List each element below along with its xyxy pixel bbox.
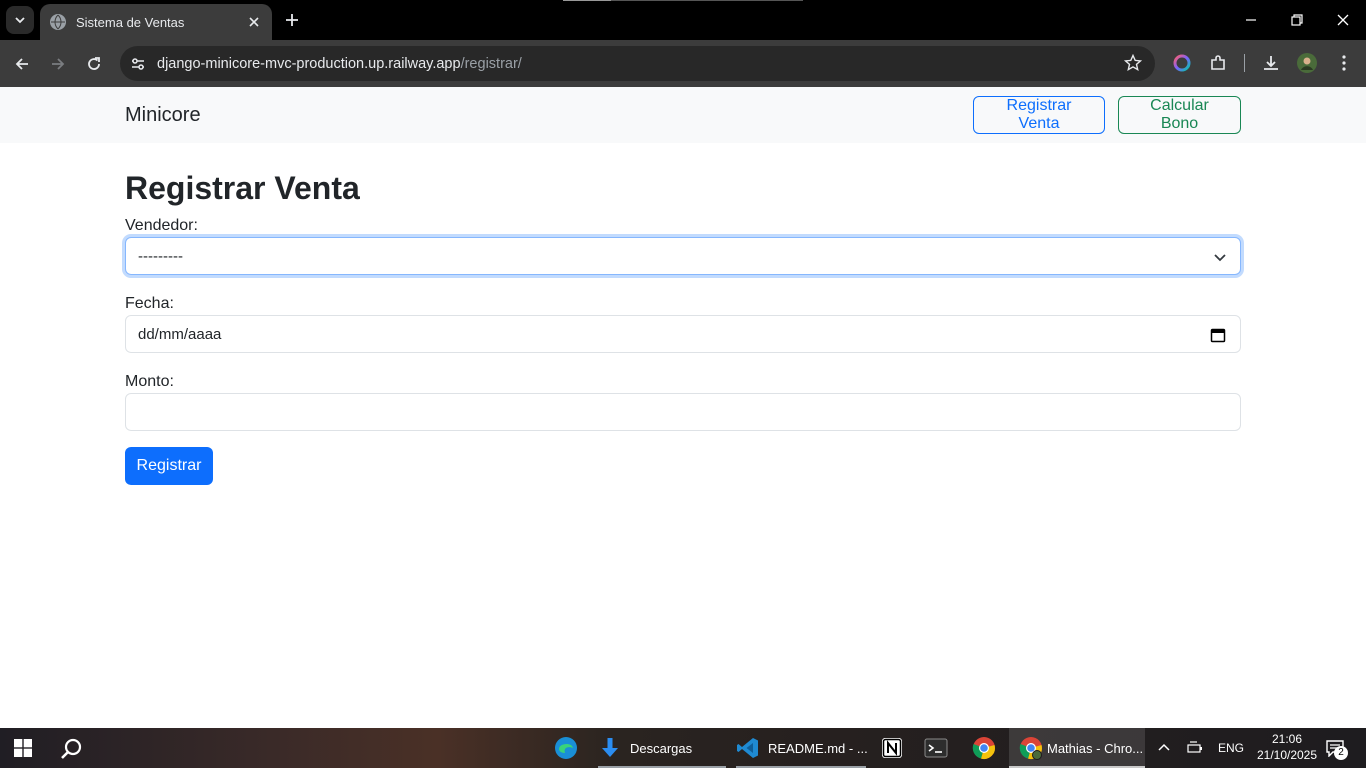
registrar-venta-nav-button[interactable]: Registrar Venta: [973, 96, 1105, 134]
restore-icon: [1291, 14, 1303, 26]
reload-icon: [88, 57, 100, 70]
tab-search-button[interactable]: [6, 6, 34, 34]
site-navbar: Minicore Registrar Venta Calcular Bono: [0, 87, 1366, 143]
reload-button[interactable]: [80, 50, 108, 78]
vendedor-label: Vendedor:: [125, 217, 198, 234]
browser-title-bar: Sistema de Ventas: [0, 0, 1366, 40]
fecha-date-input[interactable]: dd/mm/aaaa: [125, 315, 1241, 353]
close-icon: [1337, 14, 1349, 26]
browser-toolbar: django-minicore-mvc-production.up.railwa…: [0, 40, 1366, 87]
active-tab[interactable]: Sistema de Ventas: [40, 4, 272, 40]
search-icon[interactable]: [60, 737, 84, 761]
chevron-down-icon: [15, 17, 25, 24]
clock-time: 21:06: [1271, 732, 1303, 746]
taskbar-clock[interactable]: 21:06 21/10/2025: [1252, 731, 1322, 763]
taskbar-vscode[interactable]: README.md - ...: [736, 728, 868, 768]
new-tab-button[interactable]: [282, 10, 302, 30]
minimize-icon: [1246, 19, 1256, 21]
taskbar-chrome[interactable]: [972, 728, 1000, 768]
bookmark-star-icon[interactable]: [1123, 53, 1143, 73]
taskbar-descargas[interactable]: Descargas: [598, 728, 726, 768]
extensions-puzzle-icon[interactable]: [1207, 52, 1229, 74]
arrow-right-icon: [52, 58, 65, 70]
calcular-bono-nav-button[interactable]: Calcular Bono: [1118, 96, 1241, 134]
taskbar-edge[interactable]: [554, 728, 582, 768]
navbar-brand[interactable]: Minicore: [125, 104, 201, 127]
registrar-submit-button[interactable]: Registrar: [125, 447, 213, 485]
page-content: Minicore Registrar Venta Calcular Bono R…: [0, 87, 1366, 728]
monto-label: Monto:: [125, 373, 174, 390]
language-indicator[interactable]: ENG: [1214, 728, 1248, 768]
color-extension-icon[interactable]: [1171, 52, 1193, 74]
notification-count-badge: 2: [1334, 746, 1348, 760]
chrome-icon: [972, 736, 996, 760]
url-path: /registrar/: [460, 55, 522, 72]
show-hidden-icons-button[interactable]: [1152, 728, 1176, 768]
vscode-icon: [736, 736, 760, 760]
battery-icon: [1187, 741, 1202, 753]
taskbar-notion[interactable]: [880, 728, 908, 768]
windows-taskbar: Descargas README.md - ... Mathias - Chro…: [0, 728, 1366, 768]
vendedor-select[interactable]: ---------: [125, 237, 1241, 275]
back-button[interactable]: [8, 50, 36, 78]
network-battery-button[interactable]: [1184, 728, 1208, 768]
chevron-down-icon: [1214, 254, 1226, 262]
restore-button[interactable]: [1274, 0, 1320, 40]
tab-title: Sistema de Ventas: [76, 14, 185, 30]
edge-icon: [554, 736, 578, 760]
site-settings-icon[interactable]: [128, 54, 148, 74]
clock-date: 21/10/2025: [1256, 748, 1318, 762]
arrow-left-icon: [15, 58, 28, 70]
chevron-up-icon: [1158, 743, 1170, 751]
fecha-label: Fecha:: [125, 295, 174, 312]
taskbar-app-label: README.md - ...: [768, 740, 868, 756]
url-text: django-minicore-mvc-production.up.railwa…: [157, 56, 522, 72]
url-domain: django-minicore-mvc-production.up.railwa…: [157, 55, 461, 72]
fecha-placeholder: dd/mm/aaaa: [138, 325, 222, 343]
downloads-icon: [598, 736, 622, 760]
taskbar-chrome-profile[interactable]: Mathias - Chro...: [1009, 728, 1145, 768]
toolbar-separator: [1244, 54, 1245, 72]
calendar-icon[interactable]: [1210, 327, 1226, 343]
taskbar-terminal[interactable]: [924, 728, 952, 768]
windows-start-icon[interactable]: [14, 739, 32, 757]
close-tab-icon[interactable]: [246, 14, 262, 30]
browser-menu-icon[interactable]: [1333, 52, 1355, 74]
terminal-icon: [924, 736, 948, 760]
page-title: Registrar Venta: [125, 170, 360, 206]
notion-icon: [880, 736, 904, 760]
window-drag-indicator: [563, 0, 803, 1]
close-window-button[interactable]: [1320, 0, 1366, 40]
taskbar-app-label: Mathias - Chro...: [1047, 740, 1144, 756]
taskbar-app-label: Descargas: [630, 740, 693, 756]
download-icon[interactable]: [1260, 52, 1282, 74]
forward-button[interactable]: [44, 50, 72, 78]
address-bar[interactable]: django-minicore-mvc-production.up.railwa…: [120, 46, 1155, 81]
chrome-profile-icon: [1019, 736, 1043, 760]
vendedor-selected-value: ---------: [138, 247, 183, 265]
plus-icon: [286, 14, 298, 26]
profile-avatar-icon[interactable]: [1296, 52, 1318, 74]
monto-input[interactable]: [125, 393, 1241, 431]
globe-icon: [50, 14, 66, 30]
minimize-button[interactable]: [1228, 0, 1274, 40]
